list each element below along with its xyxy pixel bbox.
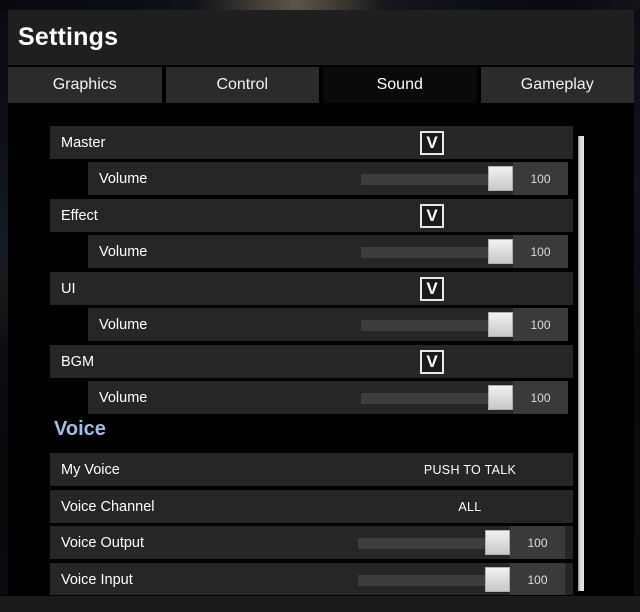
row-ui-volume[interactable]: Volume 100 xyxy=(88,308,568,341)
game-background-left xyxy=(0,10,8,595)
slider-handle[interactable] xyxy=(488,385,513,410)
row-value-my-voice: PUSH TO TALK xyxy=(423,462,517,477)
slider-effect-volume[interactable] xyxy=(361,235,513,268)
check-icon: V xyxy=(426,132,438,152)
slider-value-ui-volume: 100 xyxy=(513,308,568,341)
row-master-volume[interactable]: Volume 100 xyxy=(88,162,568,195)
row-voice-output[interactable]: Voice Output 100 xyxy=(50,526,573,559)
checkbox-bgm[interactable]: V xyxy=(420,349,444,374)
checkbox-effect[interactable]: V xyxy=(420,203,444,228)
slider-group-bgm-volume: 100 xyxy=(361,381,568,414)
slider-master-volume[interactable] xyxy=(361,162,513,195)
row-label-my-voice: My Voice xyxy=(61,461,120,478)
row-ui[interactable]: UI V xyxy=(50,272,573,305)
page-title: Settings xyxy=(18,23,119,51)
slider-value-effect-volume: 100 xyxy=(513,235,568,268)
game-background-bottom xyxy=(0,595,640,612)
game-background-top xyxy=(0,0,640,10)
slider-handle[interactable] xyxy=(485,530,510,555)
slider-value-voice-output: 100 xyxy=(510,526,565,559)
slider-group-master-volume: 100 xyxy=(361,162,568,195)
section-header-voice: Voice xyxy=(54,418,106,440)
row-label-master-volume: Volume xyxy=(99,170,148,187)
row-label-voice-input: Voice Input xyxy=(61,571,133,588)
row-label-ui: UI xyxy=(61,280,76,297)
tab-gameplay[interactable]: Gameplay xyxy=(480,67,634,103)
slider-group-voice-output: 100 xyxy=(358,526,565,559)
slider-voice-output[interactable] xyxy=(358,526,510,559)
row-label-voice-output: Voice Output xyxy=(61,534,145,551)
slider-voice-input[interactable] xyxy=(358,563,510,595)
row-label-master: Master xyxy=(61,134,106,151)
slider-group-ui-volume: 100 xyxy=(361,308,568,341)
slider-handle[interactable] xyxy=(488,312,513,337)
row-voice-channel[interactable]: Voice Channel ALL xyxy=(50,490,573,523)
settings-panel: Settings Graphics Control Sound Gameplay… xyxy=(8,10,634,595)
check-icon: V xyxy=(426,351,438,371)
slider-ui-volume[interactable] xyxy=(361,308,513,341)
row-effect[interactable]: Effect V xyxy=(50,199,573,232)
slider-handle[interactable] xyxy=(488,166,513,191)
row-voice-input[interactable]: Voice Input 100 xyxy=(50,563,573,595)
row-master[interactable]: Master V xyxy=(50,126,573,159)
row-label-ui-volume: Volume xyxy=(99,316,148,333)
slider-group-voice-input: 100 xyxy=(358,563,565,595)
row-effect-volume[interactable]: Volume 100 xyxy=(88,235,568,268)
scrollbar-thumb[interactable] xyxy=(578,136,584,591)
tab-sound[interactable]: Sound xyxy=(323,67,477,103)
tab-bar: Graphics Control Sound Gameplay xyxy=(8,67,634,103)
row-label-bgm-volume: Volume xyxy=(99,389,148,406)
row-label-effect: Effect xyxy=(61,207,98,224)
row-label-voice-channel: Voice Channel xyxy=(61,498,155,515)
settings-content: Master V Volume 100 Effect V Volume 100 … xyxy=(8,106,634,595)
slider-handle[interactable] xyxy=(485,567,510,592)
slider-group-effect-volume: 100 xyxy=(361,235,568,268)
row-label-bgm: BGM xyxy=(61,353,95,370)
checkbox-ui[interactable]: V xyxy=(420,276,444,301)
row-my-voice[interactable]: My Voice PUSH TO TALK xyxy=(50,453,573,486)
slider-value-bgm-volume: 100 xyxy=(513,381,568,414)
game-background-right xyxy=(634,10,640,595)
tab-graphics[interactable]: Graphics xyxy=(8,67,162,103)
check-icon: V xyxy=(426,278,438,298)
titlebar: Settings xyxy=(8,10,634,65)
tab-control[interactable]: Control xyxy=(165,67,319,103)
row-value-voice-channel: ALL xyxy=(458,499,482,514)
check-icon: V xyxy=(426,205,438,225)
settings-screen: Settings Graphics Control Sound Gameplay… xyxy=(0,0,640,612)
slider-value-master-volume: 100 xyxy=(513,162,568,195)
row-label-effect-volume: Volume xyxy=(99,243,148,260)
checkbox-master[interactable]: V xyxy=(420,130,444,155)
slider-handle[interactable] xyxy=(488,239,513,264)
slider-bgm-volume[interactable] xyxy=(361,381,513,414)
row-bgm[interactable]: BGM V xyxy=(50,345,573,378)
slider-value-voice-input: 100 xyxy=(510,563,565,595)
row-bgm-volume[interactable]: Volume 100 xyxy=(88,381,568,414)
